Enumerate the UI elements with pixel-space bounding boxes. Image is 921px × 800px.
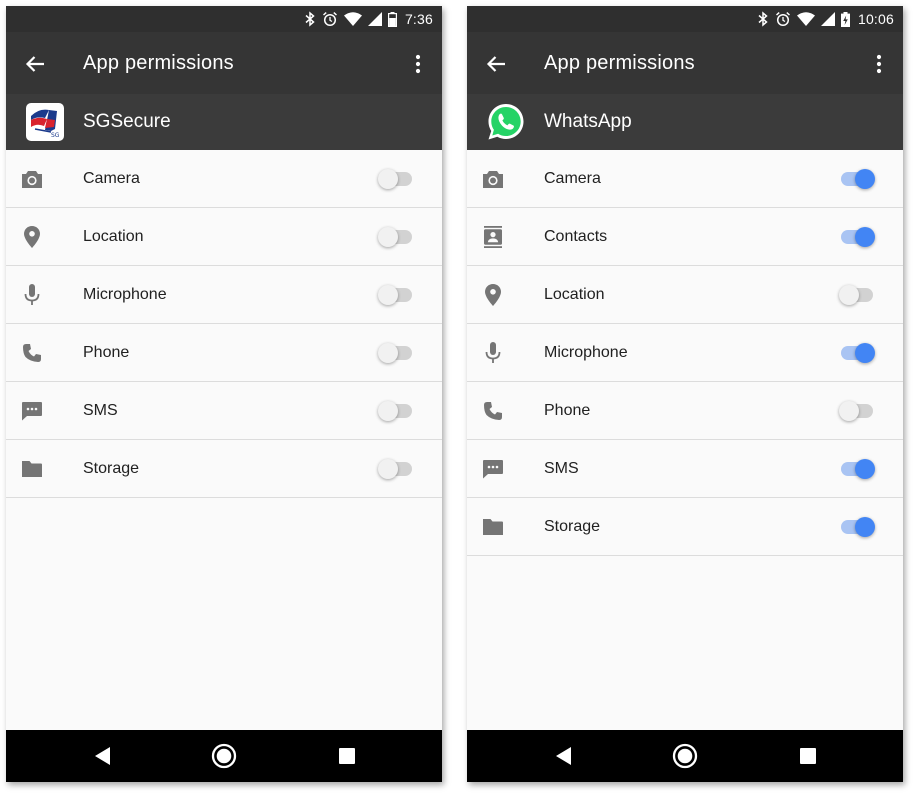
permission-toggle-phone[interactable] [378,343,414,363]
navigation-bar [467,730,903,782]
alarm-icon [322,11,338,27]
microphone-icon [20,283,44,307]
sms-icon [481,457,505,481]
permission-label: Microphone [83,286,167,303]
permission-row-camera[interactable]: Camera [467,150,903,208]
permission-row-phone[interactable]: Phone [6,324,442,382]
sgsecure-logo: SG [25,102,65,142]
app-name: SGSecure [83,111,171,132]
app-bar: App permissions [467,32,903,94]
bluetooth-icon [304,11,316,27]
status-bar: 7:36 [6,6,442,32]
phone-screen-sgsecure: 7:36 App permissions SG SGSecure Camera … [6,6,442,782]
status-time: 7:36 [404,11,433,27]
permission-label: Location [83,228,144,245]
permission-label: Camera [83,170,140,187]
permission-label: Phone [83,344,130,361]
status-time: 10:06 [857,11,894,27]
back-arrow-icon[interactable] [483,51,509,77]
wifi-icon [796,11,815,27]
permission-toggle-storage[interactable] [839,517,875,537]
location-icon [20,225,44,249]
permission-toggle-storage[interactable] [378,459,414,479]
contacts-icon [481,225,505,249]
nav-recents-icon[interactable] [795,743,821,769]
nav-home-icon[interactable] [672,743,698,769]
permission-row-microphone[interactable]: Microphone [467,324,903,382]
permission-label: SMS [83,402,118,419]
permission-label: Storage [544,518,601,535]
app-header: WhatsApp [467,94,903,150]
page-title: App permissions [544,52,695,74]
page-title: App permissions [83,52,234,74]
nav-back-icon[interactable] [551,743,577,769]
permission-row-microphone[interactable]: Microphone [6,266,442,324]
permission-row-location[interactable]: Location [467,266,903,324]
back-arrow-icon[interactable] [22,51,48,77]
whatsapp-logo [486,102,526,142]
permission-toggle-camera[interactable] [839,169,875,189]
app-header: SG SGSecure [6,94,442,150]
app-name: WhatsApp [544,111,632,132]
app-bar: App permissions [6,32,442,94]
permission-label: Location [544,286,605,303]
permission-label: Microphone [544,344,628,361]
alarm-icon [775,11,791,27]
camera-icon [20,167,44,191]
sms-icon [20,399,44,423]
permission-row-phone[interactable]: Phone [467,382,903,440]
permission-toggle-phone[interactable] [839,401,875,421]
bluetooth-icon [757,11,769,27]
battery-icon [387,11,397,27]
permission-row-storage[interactable]: Storage [467,498,903,556]
microphone-icon [481,341,505,365]
permission-toggle-location[interactable] [378,227,414,247]
permission-list: Camera Location Microphone Phone SMS Sto… [6,150,442,498]
permission-row-location[interactable]: Location [6,208,442,266]
nav-home-icon[interactable] [211,743,237,769]
permission-label: Phone [544,402,591,419]
signal-icon [367,11,382,27]
permission-label: Contacts [544,228,608,245]
status-bar: 10:06 [467,6,903,32]
permission-toggle-location[interactable] [839,285,875,305]
permission-row-camera[interactable]: Camera [6,150,442,208]
permission-toggle-microphone[interactable] [839,343,875,363]
overflow-menu-icon[interactable] [869,51,889,77]
nav-recents-icon[interactable] [334,743,360,769]
permission-row-contacts[interactable]: Contacts [467,208,903,266]
camera-icon [481,167,505,191]
permission-label: SMS [544,460,579,477]
overflow-menu-icon[interactable] [408,51,428,77]
permission-row-sms[interactable]: SMS [6,382,442,440]
permission-list: Camera Contacts Location Microphone Phon… [467,150,903,556]
phone-icon [481,399,505,423]
permission-row-sms[interactable]: SMS [467,440,903,498]
permission-toggle-camera[interactable] [378,169,414,189]
nav-back-icon[interactable] [90,743,116,769]
permission-label: Storage [83,460,140,477]
svg-text:SG: SG [51,132,60,139]
permission-toggle-contacts[interactable] [839,227,875,247]
permission-toggle-sms[interactable] [378,401,414,421]
folder-icon [20,457,44,481]
permission-label: Camera [544,170,601,187]
battery-charging-icon [840,11,850,27]
phone-screen-whatsapp: 10:06 App permissions WhatsApp Camera Co… [467,6,903,782]
wifi-icon [343,11,362,27]
permission-row-storage[interactable]: Storage [6,440,442,498]
location-icon [481,283,505,307]
folder-icon [481,515,505,539]
signal-icon [820,11,835,27]
phone-icon [20,341,44,365]
permission-toggle-sms[interactable] [839,459,875,479]
navigation-bar [6,730,442,782]
permission-toggle-microphone[interactable] [378,285,414,305]
